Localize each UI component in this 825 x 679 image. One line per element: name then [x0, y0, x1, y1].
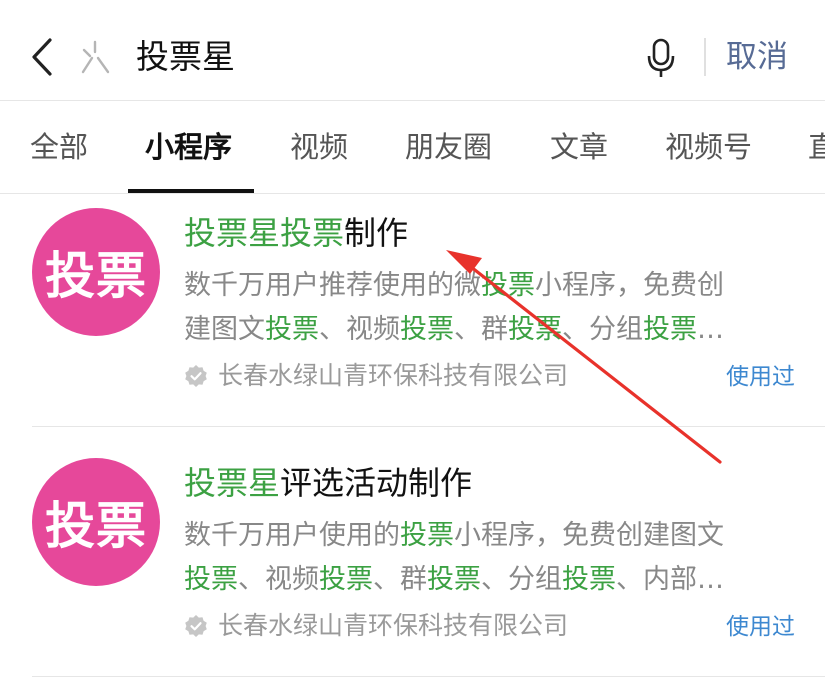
keyword-highlight: 投票	[400, 520, 454, 551]
search-bar: 投票星 取消	[0, 0, 825, 100]
avatar-text: 投票	[45, 497, 147, 555]
verified-badge-icon	[185, 365, 207, 387]
tab-articles[interactable]: 文章	[550, 125, 608, 169]
text-segment: 评选活动制作	[280, 464, 473, 502]
keyword-highlight: 投票	[643, 314, 697, 345]
microphone-icon[interactable]	[644, 36, 678, 80]
text-segment: 制作	[344, 214, 409, 252]
search-logo-icon	[81, 40, 110, 74]
description-line: 数千万用户使用的投票小程序，免费创建图文	[184, 514, 798, 558]
text-segment: 小程序，免费创建图文	[454, 520, 724, 551]
mini-program-avatar: 投票	[32, 458, 160, 586]
result-source: 长春水绿山青环保科技有限公司	[184, 608, 568, 644]
used-before-label: 使用过	[726, 364, 795, 390]
result-item[interactable]: 投票 投票星投票制作 数千万用户推荐使用的微投票小程序，免费创 建图文投票、视频…	[0, 194, 825, 426]
description-line: 数千万用户推荐使用的微投票小程序，免费创	[184, 264, 798, 308]
keyword-highlight: 投票	[481, 270, 535, 301]
avatar-text: 投票	[45, 247, 147, 305]
company-name: 长春水绿山青环保科技有限公司	[218, 611, 569, 640]
description-line: 建图文投票、视频投票、群投票、分组投票…	[184, 308, 798, 352]
tab-all[interactable]: 全部	[30, 125, 88, 169]
text-segment: 数千万用户使用的	[184, 520, 400, 551]
used-before-label: 使用过	[726, 614, 795, 640]
search-bar-divider	[704, 38, 706, 76]
result-title[interactable]: 投票星评选活动制作	[184, 460, 472, 506]
keyword-highlight: 投票	[427, 564, 481, 595]
result-description: 数千万用户使用的投票小程序，免费创建图文 投票、视频投票、群投票、分组投票、内部…	[184, 514, 798, 602]
text-segment: 、分组	[562, 314, 643, 345]
description-line: 投票、视频投票、群投票、分组投票、内部…	[184, 558, 798, 602]
text-segment: 、分组	[481, 564, 562, 595]
search-tabs: 全部 小程序 视频 朋友圈 文章 视频号 直	[0, 101, 825, 193]
tab-channels[interactable]: 视频号	[665, 125, 752, 169]
text-segment: 、内部…	[616, 564, 724, 595]
tab-live[interactable]: 直	[808, 125, 825, 169]
cancel-button[interactable]: 取消	[726, 34, 788, 80]
result-description: 数千万用户推荐使用的微投票小程序，免费创 建图文投票、视频投票、群投票、分组投票…	[184, 264, 798, 352]
keyword-highlight: 投票	[508, 314, 562, 345]
result-item[interactable]: 投票 投票星评选活动制作 数千万用户使用的投票小程序，免费创建图文 投票、视频投…	[0, 444, 825, 676]
text-segment: 数千万用户推荐使用的微	[184, 270, 481, 301]
keyword-highlight: 投票	[265, 314, 319, 345]
search-input[interactable]: 投票星	[136, 34, 235, 80]
keyword-highlight: 投票星投票	[184, 214, 345, 252]
keyword-highlight: 投票	[319, 564, 373, 595]
text-segment: 、群	[454, 314, 508, 345]
text-segment: 、视频	[238, 564, 319, 595]
keyword-highlight: 投票	[184, 564, 238, 595]
result-title[interactable]: 投票星投票制作	[184, 210, 408, 256]
tab-moments[interactable]: 朋友圈	[405, 125, 492, 169]
keyword-highlight: 投票	[562, 564, 616, 595]
result-divider	[32, 676, 825, 677]
back-arrow-icon[interactable]	[26, 34, 60, 80]
tab-mini-programs[interactable]: 小程序	[145, 125, 232, 169]
text-segment: …	[697, 314, 724, 345]
result-source: 长春水绿山青环保科技有限公司	[184, 358, 568, 394]
text-segment: 小程序，免费创	[535, 270, 724, 301]
company-name: 长春水绿山青环保科技有限公司	[218, 361, 569, 390]
text-segment: 、群	[373, 564, 427, 595]
text-segment: 、视频	[319, 314, 400, 345]
tab-videos[interactable]: 视频	[290, 125, 348, 169]
keyword-highlight: 投票星	[184, 464, 281, 502]
text-segment: 建图文	[184, 314, 265, 345]
verified-badge-icon	[185, 615, 207, 637]
mini-program-avatar: 投票	[32, 208, 160, 336]
keyword-highlight: 投票	[400, 314, 454, 345]
result-divider	[32, 426, 825, 427]
